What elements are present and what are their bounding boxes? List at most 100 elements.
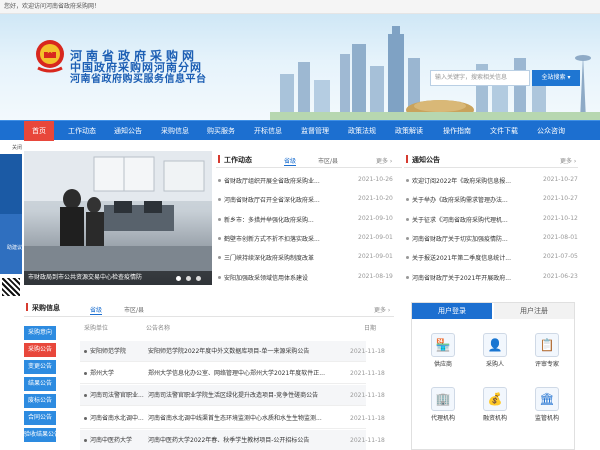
table-row[interactable]: 郑州大学 郑州大学信息化办公室、网络管理中心郑州大学2021年度软件正... 202… xyxy=(80,363,385,385)
search-scope-select[interactable]: 全站搜索 ▾ xyxy=(532,70,580,86)
list-bullet xyxy=(218,217,221,221)
procurement-side-menu-item[interactable]: 验收结果公告 xyxy=(24,428,56,442)
carousel-caption[interactable]: 市财政局到市公共资源交易中心检查疫情防 xyxy=(24,271,212,285)
notices-more-link[interactable]: 更多 › xyxy=(560,156,576,165)
list-bullet xyxy=(406,217,409,221)
list-bullet xyxy=(406,256,409,260)
role-supplier[interactable]: 🏪 供应商 xyxy=(420,333,466,368)
work-news-date: 2021-09-10 xyxy=(358,214,393,222)
list-bullet xyxy=(406,179,409,182)
notice-date: 2021-07-05 xyxy=(543,253,578,261)
tab-user-register[interactable]: 用户注册 xyxy=(494,303,574,319)
notice-date: 2021-10-27 xyxy=(543,195,578,203)
row-notice-name[interactable]: 郑州大学信息化办公室、网络管理中心郑州大学2021年度软件正... xyxy=(148,363,348,384)
row-notice-name[interactable]: 安阳师范学院2022年度中外文数据库项目-单一来源采购公告 xyxy=(148,341,348,362)
notice-item[interactable]: 关于举办《政府采购需求管理办法... xyxy=(412,195,538,204)
role-item[interactable]: 👤 采购人 xyxy=(472,333,518,368)
role-item[interactable]: 📋 评审专家 xyxy=(524,333,570,368)
work-news-item[interactable]: 省财政厅组织开展全省政府采购业... xyxy=(224,176,354,185)
row-notice-name[interactable]: 河南中医药大学2022年春、秋季学生教材项目-公开招标公告 xyxy=(148,430,348,450)
city-skyline-illustration xyxy=(270,26,600,120)
close-float-link[interactable]: 关闭 xyxy=(0,144,22,152)
work-news-more-link[interactable]: 更多 › xyxy=(376,156,392,165)
notice-date: 2021-10-12 xyxy=(543,214,578,222)
role-label: 监管机构 xyxy=(534,415,559,422)
role-label: 融资机构 xyxy=(482,415,507,422)
carousel-dot-2[interactable] xyxy=(186,276,191,281)
nav-downloads[interactable]: 文件下载 xyxy=(484,121,524,141)
list-bullet xyxy=(218,179,221,182)
work-news-tab-province[interactable]: 省级 xyxy=(284,156,297,166)
user-login-panel: 用户登录 用户注册 🏪 供应商 👤 采购人 📋 评审专家 🏢 代理机构 💰 融资机构 🏛 监管机构 xyxy=(411,302,575,450)
work-news-date: 2021-08-19 xyxy=(358,272,393,280)
work-news-item[interactable]: 安阳加强政采领域信用体系建设 xyxy=(224,273,354,282)
list-bullet xyxy=(218,275,221,279)
nav-notices[interactable]: 通知公告 xyxy=(108,121,148,141)
notice-item[interactable]: 欢迎订阅2022年《政府采购信息报... xyxy=(412,176,538,185)
procurement-table-header: 采购单位 公告名称 日期 xyxy=(80,320,376,338)
notice-item[interactable]: 河南省财政厅关于切实加强疫情防... xyxy=(412,234,538,243)
work-news-item[interactable]: 河南省财政厅召开全省深化政府采... xyxy=(224,195,354,204)
carousel-dot-1[interactable] xyxy=(176,276,181,281)
float-suggestion-text: 助建议 xyxy=(6,245,22,251)
procurement-side-menu-item[interactable]: 采购意向 xyxy=(24,326,56,340)
work-news-item[interactable]: 鹤壁市创新方式不折不扣落实政采... xyxy=(224,234,354,243)
nav-consultation[interactable]: 公众咨询 xyxy=(531,121,571,141)
carousel-dot-3[interactable] xyxy=(196,276,201,281)
procurement-side-menu-item[interactable]: 合同公告 xyxy=(24,411,56,425)
notice-item[interactable]: 河南省财政厅关于2021年开展政府... xyxy=(412,273,538,282)
site-logo[interactable]: 河南省政府采购网 中国政府采购网河南分网 河南省政府购买服务信息平台 xyxy=(70,50,207,86)
procurement-side-menu-item[interactable]: 废标公告 xyxy=(24,394,56,408)
procurement-side-menu-item[interactable]: 结果公告 xyxy=(24,377,56,391)
row-notice-name[interactable]: 河南司法警官职业学院生活区绿化提升改造项目-竞争性磋商公告 xyxy=(148,385,348,406)
work-news-tab-city[interactable]: 市区/县 xyxy=(318,156,338,165)
nav-policy-interpretation[interactable]: 政策解读 xyxy=(389,121,429,141)
notice-item[interactable]: 关于报送2021年第二季度信息统计... xyxy=(412,253,538,262)
list-bullet xyxy=(218,256,221,260)
procurement-more-link[interactable]: 更多 › xyxy=(374,305,390,314)
nav-purchase-services[interactable]: 购买服务 xyxy=(201,121,241,141)
table-row[interactable]: 安阳师范学院 安阳师范学院2022年度中外文数据库项目-单一来源采购公告 2021-… xyxy=(80,341,385,362)
nav-work-news[interactable]: 工作动态 xyxy=(62,121,102,141)
nav-supervision[interactable]: 监督管理 xyxy=(295,121,335,141)
notice-date: 2021-10-27 xyxy=(543,176,578,183)
list-bullet xyxy=(406,236,409,240)
role-item[interactable]: 💰 融资机构 xyxy=(472,387,518,422)
table-row[interactable]: 河南省南水北调中... 河南省南水北调中线渠首生态环境监测中心水质和水生生物监测.… xyxy=(80,408,385,429)
national-emblem-icon xyxy=(36,40,64,73)
float-banner-top[interactable] xyxy=(0,154,22,214)
nav-policies[interactable]: 政策法规 xyxy=(342,121,382,141)
role-item[interactable]: 🏢 代理机构 xyxy=(420,387,466,422)
table-row[interactable]: 河南中医药大学 河南中医药大学2022年春、秋季学生教材项目-公开招标公告 2021… xyxy=(80,429,385,450)
role-label: 采购人 xyxy=(485,361,504,368)
role-item[interactable]: 🏛 监管机构 xyxy=(524,387,570,422)
column-name: 公告名称 xyxy=(146,325,171,332)
table-row[interactable]: 河南司法警官职业... 河南司法警官职业学院生活区绿化提升改造项目-竞争性磋商公告… xyxy=(80,385,385,407)
header-banner: 河南省政府采购网 中国政府采购网河南分网 河南省政府购买服务信息平台 输入关键字… xyxy=(0,14,600,120)
welcome-text: 您好，欢迎访问河南省政府采购网！ xyxy=(4,3,101,10)
work-news-title: 工作动态 xyxy=(218,155,252,165)
news-carousel[interactable]: 市财政局到市公共资源交易中心检查疫情防 xyxy=(24,151,212,285)
nav-guide[interactable]: 操作指南 xyxy=(437,121,477,141)
row-unit: 河南中医药大学 xyxy=(90,436,133,444)
tab-user-login[interactable]: 用户登录 xyxy=(412,303,492,319)
row-bullet xyxy=(84,372,87,376)
role-label: 供应商 xyxy=(433,361,452,368)
nav-bid-opening[interactable]: 开标信息 xyxy=(248,121,288,141)
welcome-bar: 您好，欢迎访问河南省政府采购网！ xyxy=(0,0,600,14)
notice-item[interactable]: 关于征求《河南省政府采购代理机... xyxy=(412,215,538,224)
row-notice-name[interactable]: 河南省南水北调中线渠首生态环境监测中心水质和水生生物监测... xyxy=(148,408,348,429)
procurement-tab-province[interactable]: 省级 xyxy=(90,305,103,315)
list-bullet xyxy=(218,236,221,240)
list-bullet xyxy=(406,198,409,202)
work-news-item[interactable]: 新乡市：多措并举强化政府采购... xyxy=(224,215,354,224)
procurement-tab-city[interactable]: 市区/县 xyxy=(124,305,144,314)
row-unit: 郑州大学 xyxy=(90,370,115,378)
work-news-item[interactable]: 三门峡持续深化政府采购制度改革 xyxy=(224,253,354,262)
nav-procurement-info[interactable]: 采购信息 xyxy=(155,121,195,141)
row-date: 2021-11-18 xyxy=(350,414,385,422)
nav-home[interactable]: 首页 xyxy=(24,121,54,141)
search-input[interactable]: 输入关键字，搜索相关信息 xyxy=(430,70,530,86)
procurement-side-menu-item[interactable]: 变更公告 xyxy=(24,360,56,374)
procurement-side-menu-item[interactable]: 采购公告 xyxy=(24,343,56,357)
